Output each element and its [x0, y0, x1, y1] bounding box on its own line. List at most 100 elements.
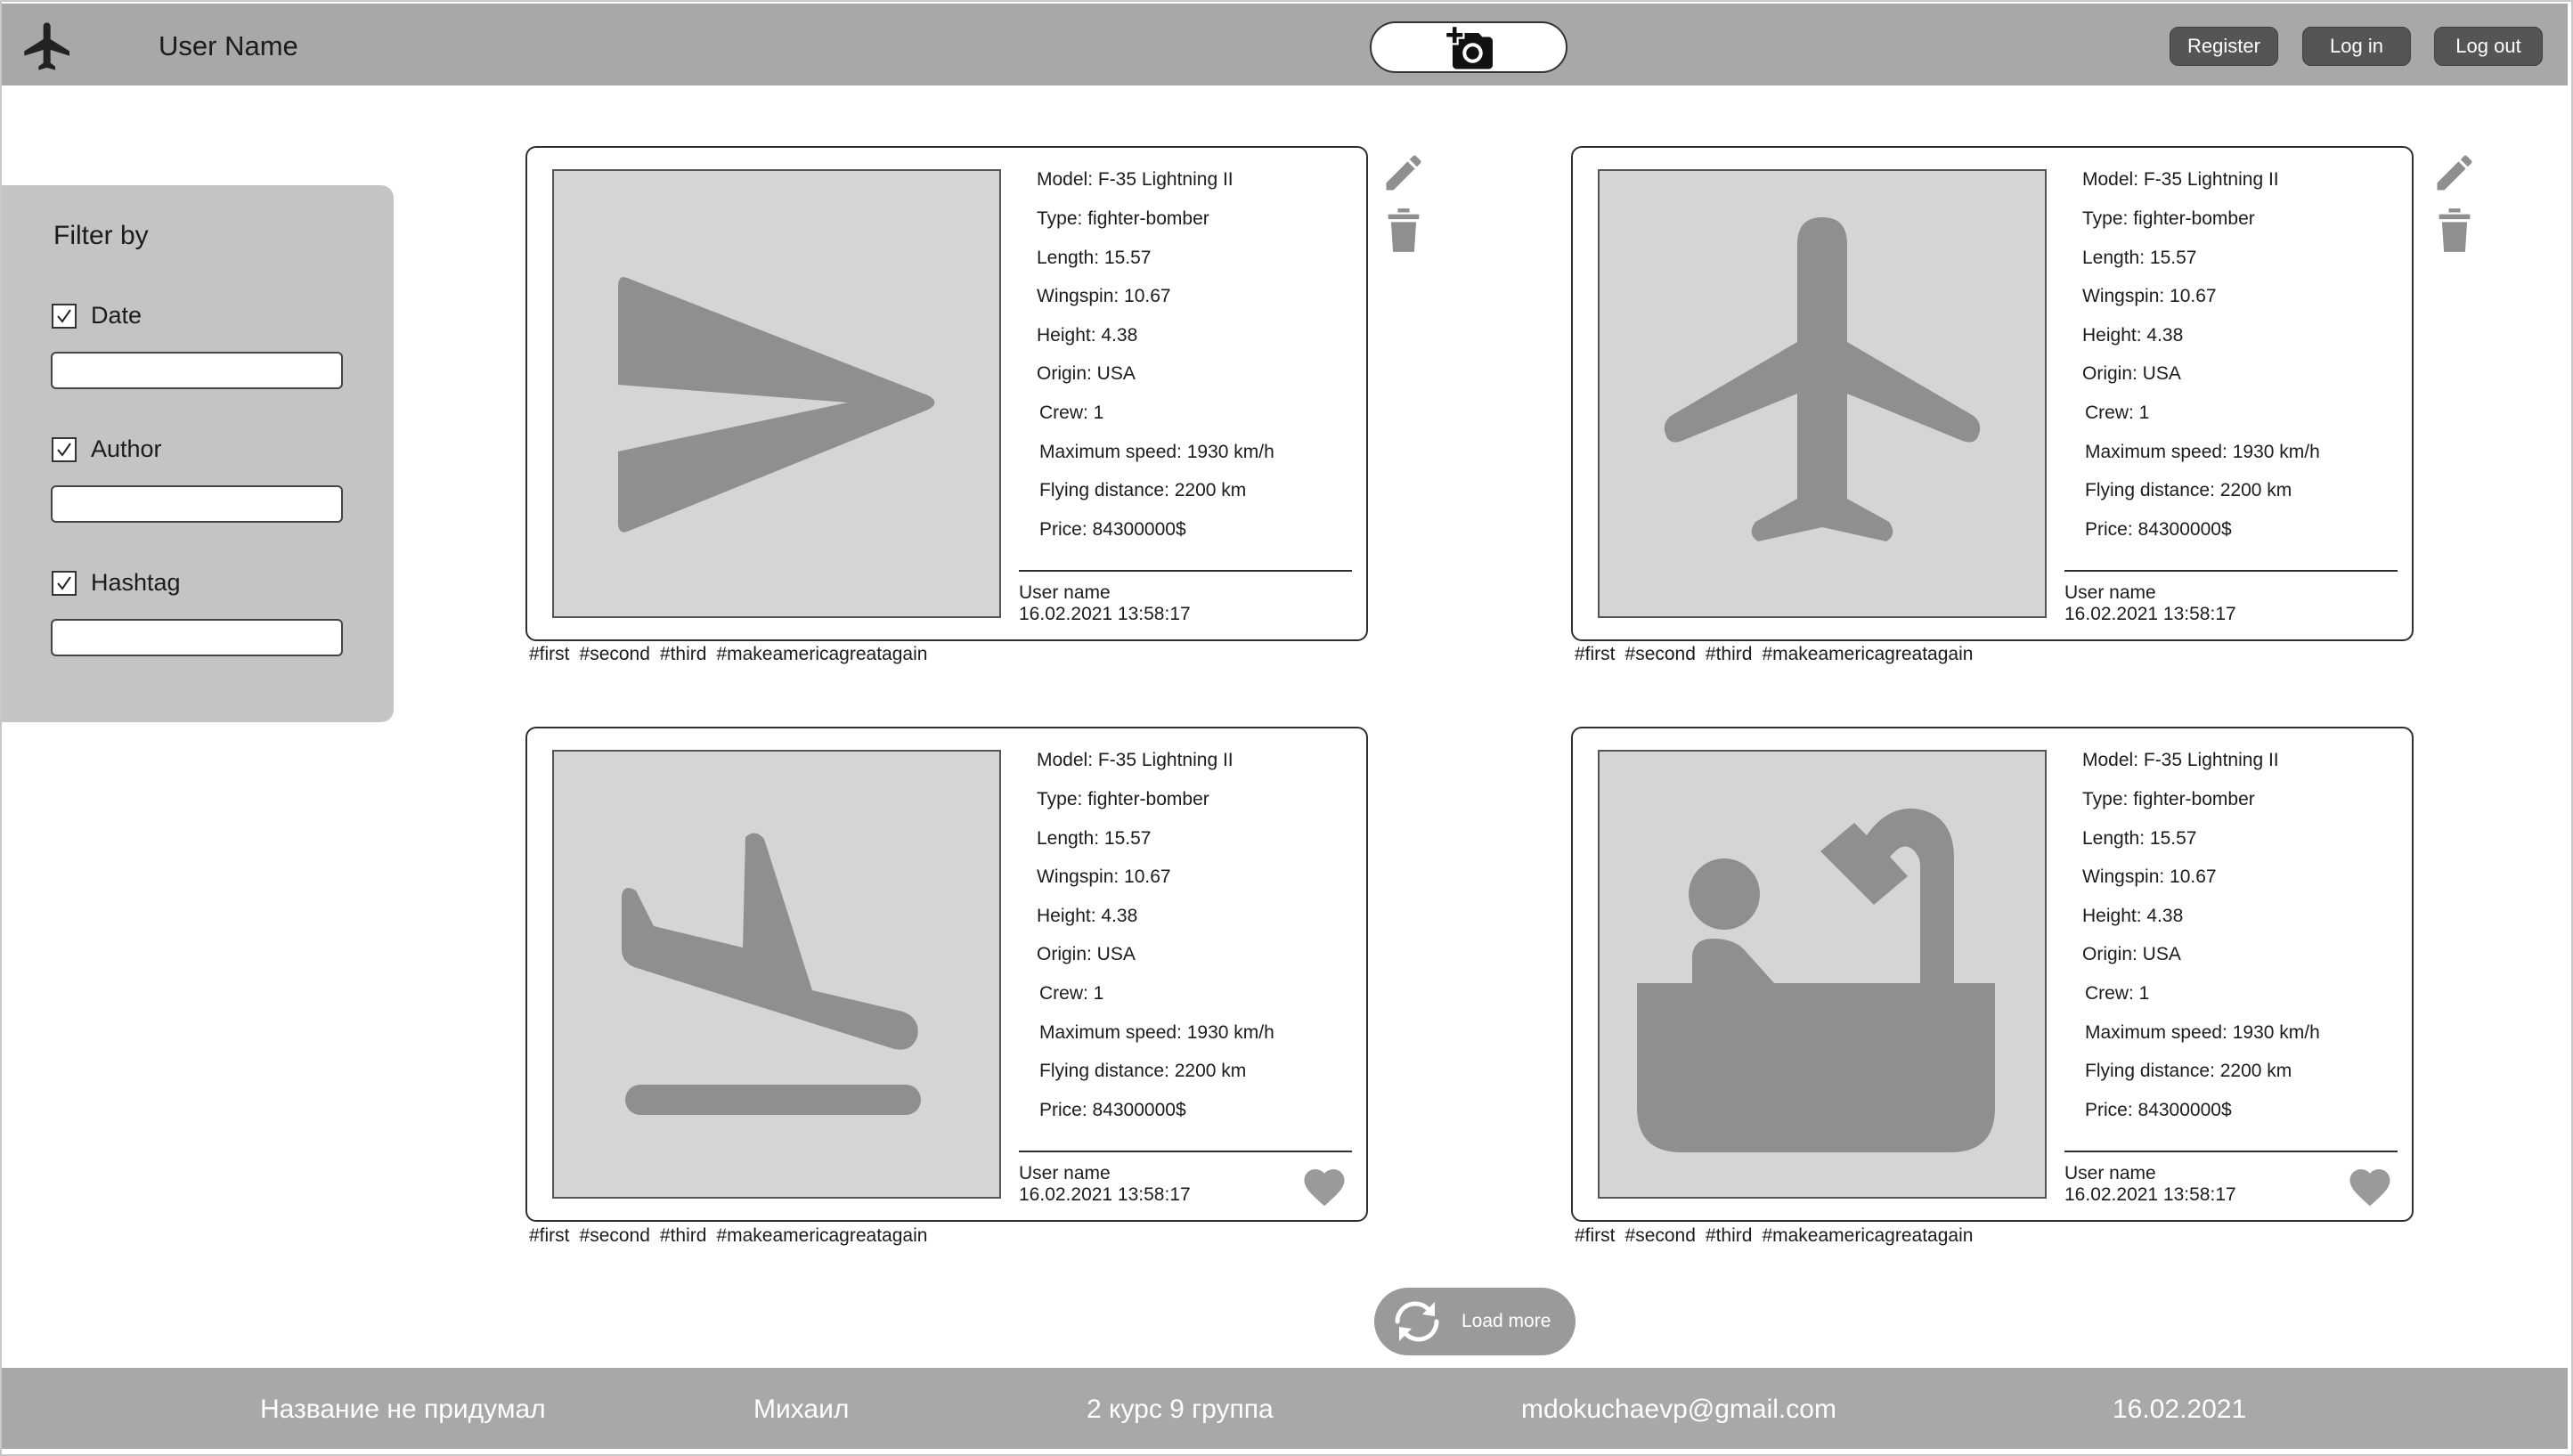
hashtag-list: #first #second #third #makeamericagreatagai… [529, 644, 937, 665]
hashtag[interactable]: #makeamericagreatagain [1762, 644, 1973, 664]
post-date: 16.02.2021 13:58:17 [1019, 1184, 1191, 1205]
post-image[interactable] [552, 750, 1001, 1199]
delete-icon[interactable] [2436, 207, 2473, 257]
hashtag[interactable]: #first [1575, 644, 1616, 664]
spec-length: Length: 15.57 [2082, 828, 2197, 849]
post-image[interactable] [1598, 169, 2047, 618]
date-filter-label: Date [91, 302, 142, 329]
hashtag[interactable]: #makeamericagreatagain [716, 1225, 927, 1246]
spec-model: Model: F-35 Lightning II [2082, 169, 2279, 190]
spec-origin: Origin: USA [2082, 363, 2181, 384]
hashtag-filter-input[interactable] [51, 619, 343, 656]
spec-length: Length: 15.57 [1037, 248, 1152, 268]
post-card[interactable]: Model: F-35 Lightning II Type: fighter-b… [525, 146, 1368, 641]
post-card[interactable]: Model: F-35 Lightning II Type: fighter-b… [1571, 146, 2414, 641]
spec-height: Height: 4.38 [1037, 325, 1138, 346]
spec-type: Type: fighter-bomber [1037, 789, 1209, 809]
hashtag-filter-label: Hashtag [91, 569, 181, 596]
spec-crew: Crew: 1 [1039, 983, 1104, 1004]
hashtag[interactable]: #third [660, 644, 707, 664]
hashtag[interactable]: #makeamericagreatagain [716, 644, 927, 664]
spec-model: Model: F-35 Lightning II [2082, 750, 2279, 770]
author-filter-input[interactable] [51, 485, 343, 523]
airplane-icon[interactable] [20, 18, 77, 75]
delete-icon[interactable] [1385, 207, 1422, 257]
hashtag[interactable]: #first [1575, 1225, 1616, 1246]
footer-author: Михаил [753, 1395, 850, 1424]
spec-height: Height: 4.38 [2082, 325, 2184, 346]
hashtag[interactable]: #first [529, 644, 570, 664]
spec-wingspan: Wingspin: 10.67 [2082, 286, 2217, 306]
spec-origin: Origin: USA [1037, 944, 1136, 964]
spec-type: Type: fighter-bomber [2082, 789, 2255, 809]
logout-button[interactable]: Log out [2434, 27, 2543, 66]
spec-height: Height: 4.38 [2082, 906, 2184, 926]
spec-max-speed: Maximum speed: 1930 km/h [1039, 1022, 1274, 1043]
user-name[interactable]: User Name [159, 30, 298, 62]
spec-length: Length: 15.57 [2082, 248, 2197, 268]
hashtag[interactable]: #third [660, 1225, 707, 1246]
register-button[interactable]: Register [2170, 27, 2278, 66]
spec-price: Price: 84300000$ [1039, 1100, 1186, 1120]
spec-crew: Crew: 1 [2085, 983, 2150, 1004]
hashtag[interactable]: #third [1706, 1225, 1753, 1246]
spec-price: Price: 84300000$ [2085, 1100, 2232, 1120]
hashtag[interactable]: #second [580, 1225, 650, 1246]
edit-icon[interactable] [2431, 150, 2478, 200]
spec-flying-distance: Flying distance: 2200 km [1039, 480, 1247, 500]
login-button[interactable]: Log in [2302, 27, 2411, 66]
spec-wingspan: Wingspin: 10.67 [1037, 286, 1171, 306]
date-filter-input[interactable] [51, 352, 343, 389]
divider [1019, 570, 1352, 572]
post-author[interactable]: User name [1019, 582, 1111, 604]
check-icon [57, 309, 71, 323]
post-author[interactable]: User name [2064, 1163, 2156, 1184]
like-heart-icon[interactable] [2346, 1163, 2394, 1212]
hashtag[interactable]: #second [580, 644, 650, 664]
author-filter-label: Author [91, 435, 162, 462]
load-more-label: Load more [1462, 1311, 1551, 1331]
hashtag[interactable]: #first [529, 1225, 570, 1246]
spec-crew: Crew: 1 [1039, 403, 1104, 423]
edit-icon[interactable] [1380, 150, 1427, 200]
hashtag[interactable]: #second [1625, 1225, 1696, 1246]
load-more-button[interactable]: Load more [1374, 1288, 1576, 1355]
post-image[interactable] [552, 169, 1001, 618]
post-card[interactable]: Model: F-35 Lightning II Type: fighter-b… [1571, 727, 2414, 1222]
hashtag[interactable]: #third [1706, 644, 1753, 664]
plane-arrow-icon [618, 277, 935, 533]
post-date: 16.02.2021 13:58:17 [2064, 1184, 2236, 1205]
add-photo-button[interactable] [1370, 21, 1567, 73]
post-author[interactable]: User name [1019, 1163, 1111, 1184]
spec-origin: Origin: USA [2082, 944, 2181, 964]
add-camera-icon [1446, 27, 1493, 69]
divider [2064, 570, 2398, 572]
spec-flying-distance: Flying distance: 2200 km [2085, 1061, 2292, 1081]
filter-title: Filter by [53, 221, 149, 250]
hashtag[interactable]: #second [1625, 644, 1696, 664]
spec-length: Length: 15.57 [1037, 828, 1152, 849]
hashtag-list: #first #second #third #makeamericagreatagai… [529, 1225, 937, 1247]
footer-group: 2 курс 9 группа [1087, 1395, 1274, 1424]
post-card[interactable]: Model: F-35 Lightning II Type: fighter-b… [525, 727, 1368, 1222]
hashtag-list: #first #second #third #makeamericagreatagai… [1575, 1225, 1983, 1247]
post-image[interactable] [1598, 750, 2047, 1199]
spec-crew: Crew: 1 [2085, 403, 2150, 423]
like-heart-icon[interactable] [1300, 1163, 1348, 1212]
hashtag[interactable]: #makeamericagreatagain [1762, 1225, 1973, 1246]
footer: Название не придумал Михаил 2 курс 9 гру… [2, 1368, 2568, 1449]
filter-panel: Filter by Date Author Hashtag [2, 185, 394, 722]
spec-type: Type: fighter-bomber [2082, 208, 2255, 229]
check-icon [57, 576, 71, 590]
spec-origin: Origin: USA [1037, 363, 1136, 384]
post-author[interactable]: User name [2064, 582, 2156, 604]
hashtag-checkbox[interactable] [52, 571, 77, 596]
date-checkbox[interactable] [52, 304, 77, 329]
spec-max-speed: Maximum speed: 1930 km/h [2085, 442, 2320, 462]
spec-height: Height: 4.38 [1037, 906, 1138, 926]
spec-model: Model: F-35 Lightning II [1037, 169, 1234, 190]
author-checkbox[interactable] [52, 437, 77, 462]
footer-email[interactable]: mdokuchaevp@gmail.com [1521, 1395, 1836, 1425]
spec-max-speed: Maximum speed: 1930 km/h [2085, 1022, 2320, 1043]
spec-price: Price: 84300000$ [1039, 519, 1186, 540]
